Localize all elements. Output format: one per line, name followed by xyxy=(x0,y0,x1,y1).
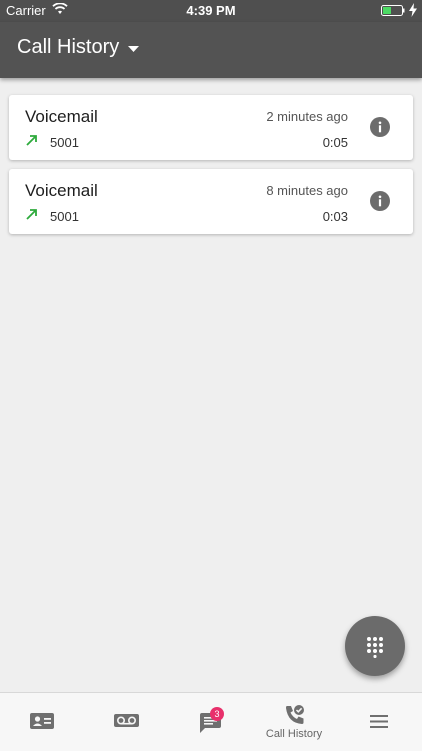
caller-number: 5001 xyxy=(50,135,79,150)
bottom-nav: 3 Call History xyxy=(0,692,422,751)
info-glyph xyxy=(378,121,382,133)
info-glyph xyxy=(378,195,382,207)
nav-call-history-label: Call History xyxy=(265,728,323,740)
call-time: 2 minutes ago xyxy=(266,109,348,124)
nav-contacts[interactable] xyxy=(0,693,84,751)
nav-menu[interactable] xyxy=(336,693,420,751)
caret-down-icon[interactable] xyxy=(128,46,139,52)
app-header: Call History xyxy=(0,22,422,78)
caller-name: Voicemail xyxy=(25,181,98,200)
status-bar: Carrier 4:39 PM xyxy=(0,0,422,22)
info-icon[interactable] xyxy=(370,191,390,211)
info-icon[interactable] xyxy=(370,117,390,137)
nav-messages[interactable]: 3 xyxy=(168,693,252,751)
call-history-icon xyxy=(286,705,304,724)
contact-card-icon xyxy=(30,713,54,729)
outgoing-call-icon xyxy=(26,135,37,146)
page-title[interactable]: Call History xyxy=(17,36,119,59)
call-duration: 0:05 xyxy=(322,135,348,150)
charging-icon xyxy=(409,3,417,17)
caller-number: 5001 xyxy=(50,209,79,224)
nav-call-history[interactable]: Call History xyxy=(252,693,336,751)
voicemail-icon xyxy=(114,714,139,727)
call-duration: 0:03 xyxy=(322,209,348,224)
nav-voicemail[interactable] xyxy=(84,693,168,751)
dialpad-button[interactable] xyxy=(345,616,405,676)
unread-badge: 3 xyxy=(210,707,224,721)
dialpad-icon xyxy=(367,637,383,658)
battery-icon xyxy=(381,5,405,16)
call-time: 8 minutes ago xyxy=(266,183,348,198)
hamburger-menu-icon xyxy=(370,715,388,728)
clock: 4:39 PM xyxy=(186,3,236,18)
caller-name: Voicemail xyxy=(25,107,98,126)
call-history-item[interactable]: Voicemail 8 minutes ago 5001 0:03 xyxy=(9,169,413,234)
outgoing-call-icon xyxy=(26,209,37,220)
call-history-item[interactable]: Voicemail 2 minutes ago 5001 0:05 xyxy=(9,95,413,160)
